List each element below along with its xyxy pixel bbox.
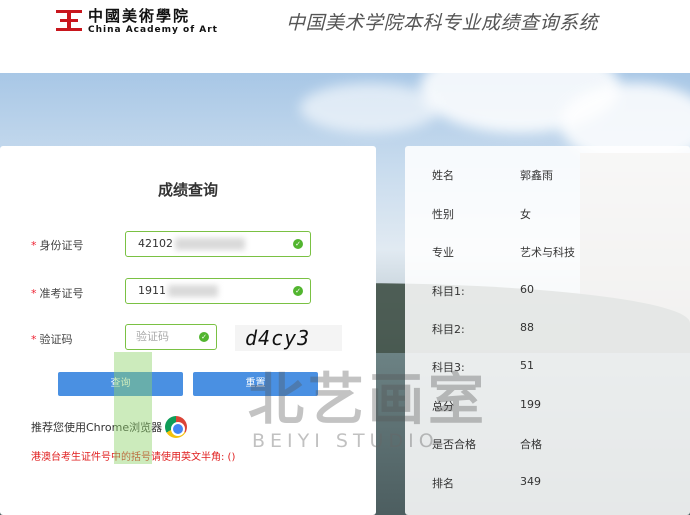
exam-number-input[interactable]: 1911 ✓ [125,278,311,304]
captcha-input[interactable]: 验证码 ✓ [125,324,217,350]
query-panel-title: 成绩查询 [157,181,218,199]
watermark-text: 北艺画室 [248,368,488,433]
check-icon: ✓ [293,286,303,296]
result-row-rank: 排名 349 [432,475,541,490]
logo-chinese-name: 中國美術學院 [88,7,191,25]
watermark-logo [114,352,152,464]
academy-logo-icon [56,8,82,34]
browser-recommendation: 推荐您使用Chrome浏览器 [31,416,188,438]
chrome-icon [165,416,188,438]
result-row-pass: 是否合格 合格 [432,438,542,451]
academy-logo[interactable]: 中國美術學院 China Academy of Art [56,8,218,36]
result-row-major: 专业 艺术与科技 [432,246,575,259]
watermark-subtext: BEIYI STUDIO [252,430,439,452]
system-title: 中国美术学院本科专业成绩查询系统 [286,12,599,34]
result-row-subject2: 科目2: 88 [432,321,534,336]
check-icon: ✓ [293,239,303,249]
result-row-gender: 性别女 [432,208,531,221]
result-row-subject1: 科目1: 60 [432,283,534,298]
page-header: 中國美術學院 China Academy of Art 中国美术学院本科专业成绩… [0,0,690,73]
result-row-name: 姓名 郭鑫雨 [432,169,553,182]
captcha-image[interactable]: d4cy3 [235,325,342,351]
required-mark: * [31,239,37,252]
id-number-label: * 身份证号 [31,239,84,252]
result-panel: 姓名 郭鑫雨 性别女 专业 艺术与科技 科目1: 60 科目2: 88 科目3: 51 总… [405,146,690,515]
required-mark: * [31,287,37,300]
query-panel: 成绩查询 * 身份证号 42102 ✓ * 准考证号 1911 ✓ * 验证码 验证码… [0,146,376,515]
captcha-label: * 验证码 [31,333,73,346]
required-mark: * [31,333,37,346]
check-icon: ✓ [199,332,209,342]
exam-number-label: * 准考证号 [31,287,84,300]
id-number-input[interactable]: 42102 ✓ [125,231,311,257]
logo-english-name: China Academy of Art [88,25,218,35]
